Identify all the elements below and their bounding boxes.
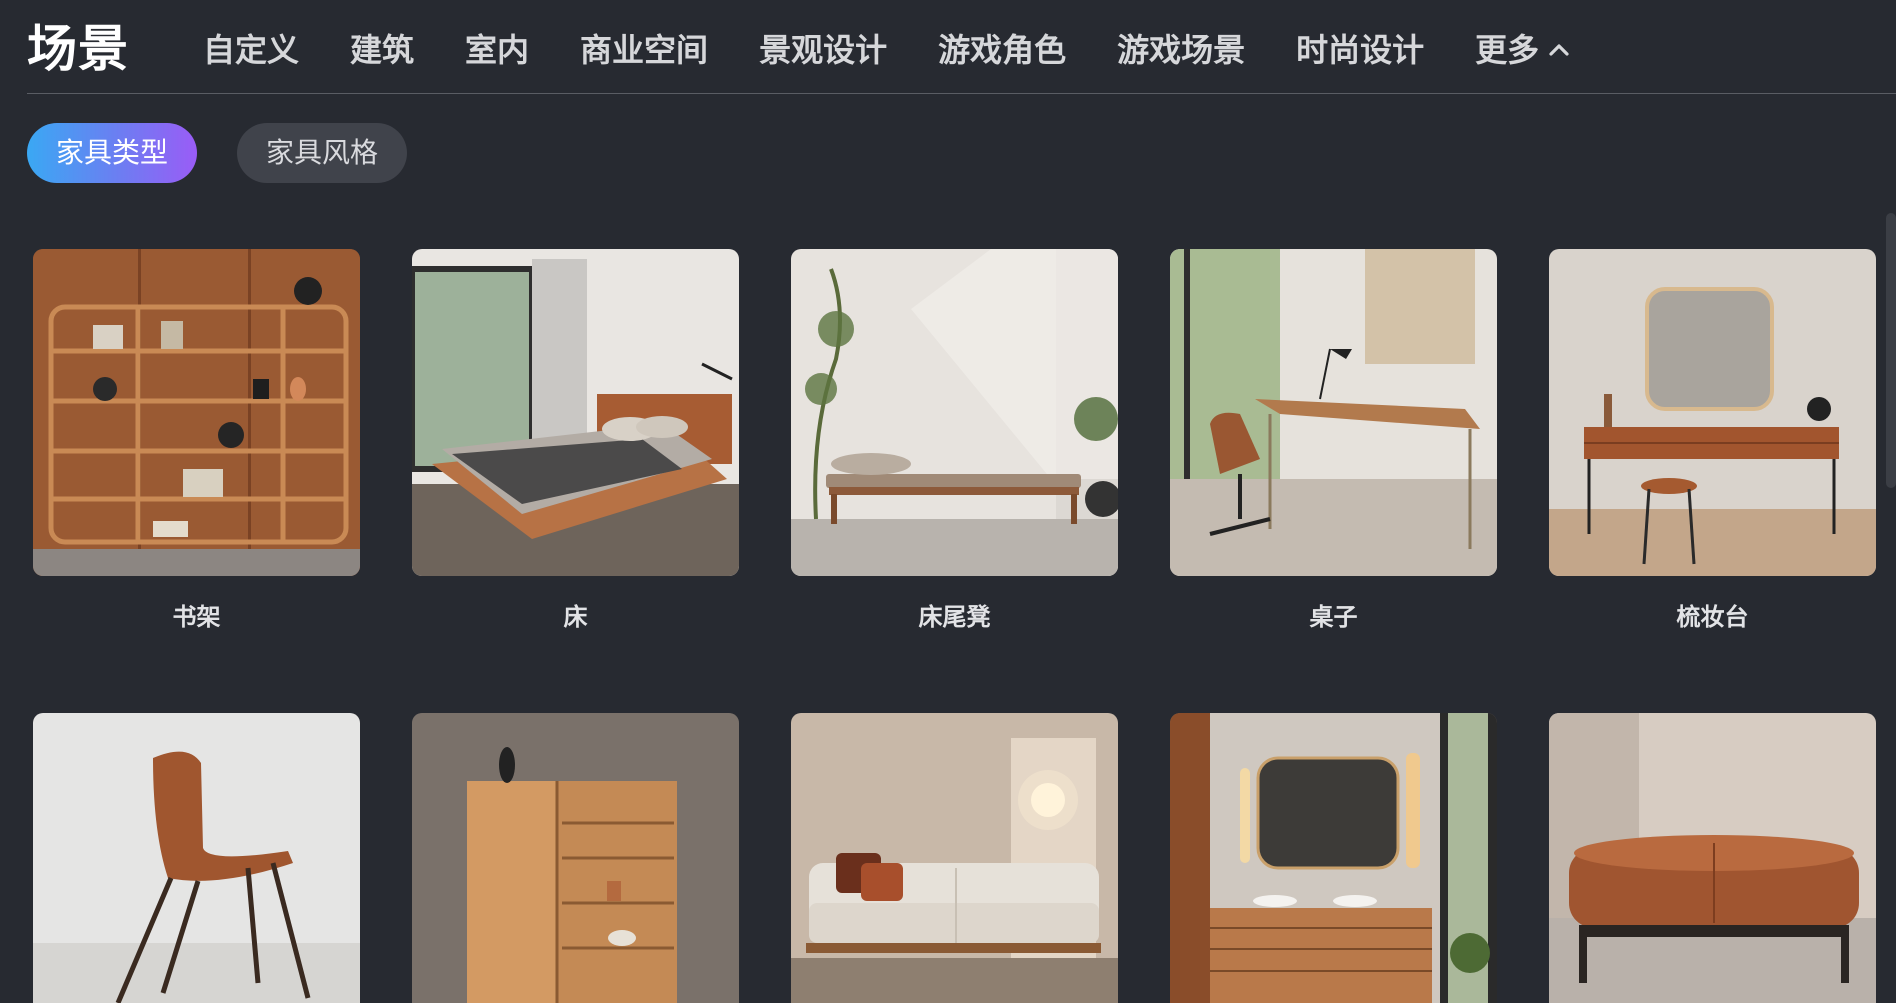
card-ottoman[interactable]: ottoman: [1549, 713, 1876, 1003]
bathroom-vanity-image: [1170, 713, 1497, 1003]
card-bed[interactable]: 床: [412, 249, 739, 713]
chair-image: [33, 713, 360, 1003]
category-nav: 自定义 建筑 室内 商业空间 景观设计 游戏角色 游戏场景 时尚设计 更多: [203, 26, 1571, 74]
nav-item-game-scene[interactable]: 游戏场景: [1117, 26, 1245, 74]
top-bar: 场景 自定义 建筑 室内 商业空间 景观设计 游戏角色 游戏场景 时尚设计 更多: [27, 0, 1896, 94]
card-bathroom-vanity[interactable]: bathroom-vanity: [1170, 713, 1497, 1003]
nav-more-label: 更多: [1475, 31, 1540, 69]
card-cabinet[interactable]: cabinet: [412, 713, 739, 1003]
nav-item-architecture[interactable]: 建筑: [350, 26, 414, 74]
vanity-image: [1549, 249, 1876, 576]
chevron-up-icon: [1549, 44, 1569, 56]
nav-item-interior[interactable]: 室内: [465, 26, 529, 74]
card-chair[interactable]: chair: [33, 713, 360, 1003]
nav-item-fashion-design[interactable]: 时尚设计: [1296, 26, 1424, 74]
ottoman-image: [1549, 713, 1876, 1003]
card-sofa[interactable]: sofa: [791, 713, 1118, 1003]
card-desk[interactable]: 桌子: [1170, 249, 1497, 713]
nav-item-commercial-space[interactable]: 商业空间: [580, 26, 708, 74]
page-title: 场景: [27, 20, 129, 78]
chip-furniture-type[interactable]: 家具类型: [27, 123, 198, 183]
filter-chips: 家具类型 家具风格: [27, 123, 447, 183]
nav-item-game-character[interactable]: 游戏角色: [938, 26, 1066, 74]
desk-image: [1170, 249, 1497, 576]
card-bookshelf[interactable]: 书架: [33, 249, 360, 713]
nav-item-custom[interactable]: 自定义: [203, 26, 299, 74]
chip-furniture-style[interactable]: 家具风格: [237, 123, 408, 183]
bed-image: [412, 249, 739, 576]
card-bench[interactable]: 床尾凳: [791, 249, 1118, 713]
bench-image: [791, 249, 1118, 576]
nav-more-button[interactable]: 更多: [1475, 26, 1571, 74]
bookshelf-image: [33, 249, 360, 576]
furniture-gallery: 书架 床 床尾凳 桌子 梳妆台: [33, 249, 1876, 1003]
card-vanity[interactable]: 梳妆台: [1549, 249, 1876, 713]
scrollbar[interactable]: [1886, 213, 1896, 488]
nav-item-landscape-design[interactable]: 景观设计: [759, 26, 887, 74]
sofa-image: [791, 713, 1118, 1003]
cabinet-image: [412, 713, 739, 1003]
